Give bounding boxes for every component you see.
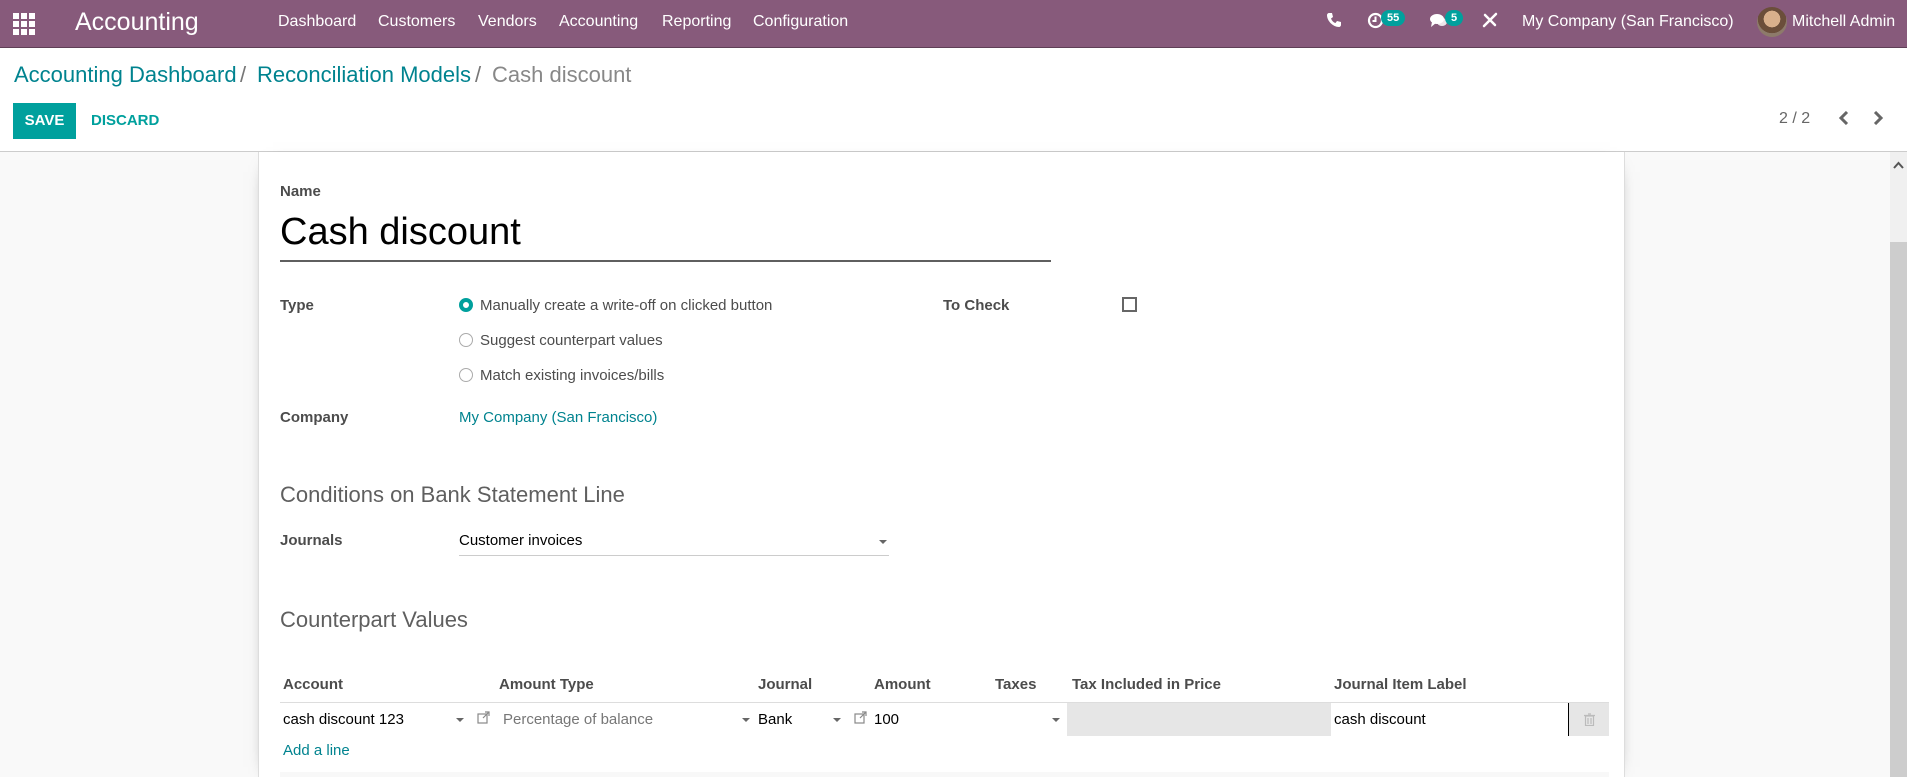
user-avatar[interactable]: [1757, 7, 1787, 37]
top-navbar: Accounting Dashboard Customers Vendors A…: [0, 0, 1907, 48]
scrollbar-thumb[interactable]: [1890, 242, 1907, 777]
breadcrumb-reconciliation-models[interactable]: Reconciliation Models: [257, 62, 471, 88]
breadcrumb-separator: /: [475, 62, 482, 87]
journals-value: Customer invoices: [459, 532, 583, 549]
radio-unchecked[interactable]: [459, 333, 473, 347]
caret-down-icon[interactable]: [833, 718, 841, 722]
menu-accounting[interactable]: Accounting: [559, 13, 638, 31]
type-option-suggest[interactable]: Suggest counterpart values: [459, 332, 663, 349]
save-button[interactable]: SAVE: [13, 103, 76, 139]
caret-down-icon[interactable]: [456, 718, 464, 722]
counterpart-section-title: Counterpart Values: [280, 607, 468, 632]
phone-icon[interactable]: [1326, 12, 1342, 33]
menu-customers[interactable]: Customers: [378, 13, 455, 31]
type-option-label: Match existing invoices/bills: [480, 367, 665, 384]
menu-dashboard[interactable]: Dashboard: [278, 13, 356, 31]
caret-down-icon[interactable]: [742, 718, 750, 722]
column-header-taxes[interactable]: Taxes: [995, 676, 1036, 693]
conditions-section-title: Conditions on Bank Statement Line: [280, 482, 625, 507]
column-header-journal-item-label[interactable]: Journal Item Label: [1334, 676, 1467, 693]
to-check-label: To Check: [943, 297, 1010, 314]
app-name[interactable]: Accounting: [75, 8, 199, 37]
discard-button[interactable]: DISCARD: [91, 103, 159, 139]
column-header-tax-included[interactable]: Tax Included in Price: [1072, 676, 1221, 693]
chevron-right-icon: [1873, 110, 1884, 126]
journal-field[interactable]: Bank: [758, 703, 792, 736]
company-label: Company: [280, 409, 349, 426]
type-option-label: Manually create a write-off on clicked b…: [480, 297, 773, 314]
tax-included-field: [1067, 703, 1331, 736]
tools-icon[interactable]: [1482, 12, 1498, 33]
account-field[interactable]: cash discount 123: [283, 703, 404, 736]
breadcrumb-separator: /: [240, 62, 247, 87]
pager-previous-button[interactable]: [1838, 108, 1850, 131]
breadcrumb-accounting-dashboard[interactable]: Accounting Dashboard: [14, 62, 237, 88]
radio-checked[interactable]: [459, 298, 473, 312]
type-label: Type: [280, 297, 314, 314]
breadcrumb-current: Cash discount: [492, 62, 632, 87]
to-check-checkbox[interactable]: [1122, 297, 1137, 312]
table-row[interactable]: cash discount 123 Percentage of balance …: [280, 702, 1609, 736]
activity-count-badge: 55: [1381, 10, 1406, 26]
company-switcher[interactable]: My Company (San Francisco): [1522, 13, 1734, 31]
journals-label: Journals: [280, 532, 343, 549]
name-label: Name: [280, 183, 321, 200]
type-option-match[interactable]: Match existing invoices/bills: [459, 367, 664, 384]
table-footer: [280, 772, 1609, 777]
external-link-icon[interactable]: [477, 703, 490, 736]
caret-down-icon: [879, 540, 887, 544]
trash-icon: [1583, 713, 1595, 727]
scroll-up-icon[interactable]: [1893, 158, 1904, 172]
external-link-icon[interactable]: [854, 703, 867, 736]
page-scrollbar[interactable]: [1890, 152, 1907, 777]
chevron-left-icon: [1838, 110, 1849, 126]
type-option-label: Suggest counterpart values: [480, 332, 663, 349]
menu-reporting[interactable]: Reporting: [662, 13, 731, 31]
menu-vendors[interactable]: Vendors: [478, 13, 537, 31]
menu-configuration[interactable]: Configuration: [753, 13, 848, 31]
amount-field[interactable]: 100: [874, 703, 899, 736]
name-input[interactable]: Cash discount: [280, 207, 1051, 262]
journal-item-label-input[interactable]: cash discount: [1331, 703, 1569, 736]
user-menu[interactable]: Mitchell Admin: [1792, 13, 1895, 31]
type-option-manual[interactable]: Manually create a write-off on clicked b…: [459, 297, 772, 314]
column-header-account[interactable]: Account: [283, 676, 343, 693]
form-sheet: Name Cash discount Type Manually create …: [258, 152, 1625, 777]
journals-select[interactable]: Customer invoices: [459, 532, 889, 556]
caret-down-icon[interactable]: [1052, 718, 1060, 722]
radio-unchecked[interactable]: [459, 368, 473, 382]
control-panel: Accounting Dashboard / Reconciliation Mo…: [0, 48, 1907, 152]
column-header-amount[interactable]: Amount: [874, 676, 931, 693]
column-header-journal[interactable]: Journal: [758, 676, 812, 693]
apps-grid-icon[interactable]: [13, 13, 37, 35]
add-line-link[interactable]: Add a line: [283, 742, 350, 759]
message-count-badge: 5: [1445, 10, 1464, 26]
amount-type-field[interactable]: Percentage of balance: [503, 703, 653, 736]
pager-value[interactable]: 2 / 2: [1779, 110, 1810, 128]
delete-row-button[interactable]: [1569, 703, 1609, 736]
pager-next-button[interactable]: [1872, 108, 1884, 131]
column-header-amount-type[interactable]: Amount Type: [499, 676, 594, 693]
company-field[interactable]: My Company (San Francisco): [459, 409, 657, 426]
taxes-field[interactable]: [995, 703, 1075, 736]
